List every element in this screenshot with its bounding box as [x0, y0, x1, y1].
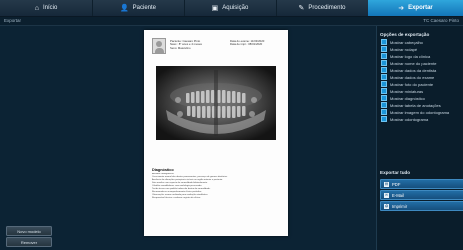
tab-paciente[interactable]: 👤 Paciente [92, 0, 185, 16]
option-show-annotations-table[interactable]: Mostrar tabela de anotações [381, 102, 441, 108]
option-label: Mostrar foto do paciente [390, 81, 434, 87]
new-template-button[interactable]: Novo modelo [6, 226, 52, 236]
option-label: Mostrar rodapé [390, 46, 418, 52]
panoramic-xray-image [156, 66, 276, 140]
home-icon: ⌂ [34, 4, 39, 12]
option-show-patient-photo[interactable]: Mostrar foto do paciente [381, 81, 433, 87]
patient-photo [152, 38, 166, 54]
tab-inicio[interactable]: ⌂ Início [0, 0, 93, 16]
patient-name-header: TC Caesaro Pinto [423, 18, 459, 23]
remove-button[interactable]: Remover [6, 237, 52, 247]
option-label: Mostrar dados do exame [390, 74, 435, 80]
tab-label: Aquisição [222, 5, 249, 11]
patient-sex: Sexo: Masculino [170, 45, 191, 50]
person-icon: 👤 [119, 4, 129, 12]
option-show-footer[interactable]: Mostrar rodapé [381, 46, 417, 52]
checkbox[interactable] [381, 53, 387, 59]
button-label: E-Mail [392, 192, 404, 198]
export-email-button[interactable]: ✉ E-Mail [380, 190, 463, 200]
button-label: PDF [392, 181, 401, 187]
checkbox[interactable] [381, 116, 387, 122]
checkbox[interactable] [381, 39, 387, 45]
edit-icon: ✎ [298, 4, 305, 12]
patient-info: Paciente: Caesaro Pinto Nasc.: 8° anos e… [170, 39, 202, 50]
checkbox[interactable] [381, 95, 387, 101]
acquisition-icon: ▣ [211, 4, 219, 12]
export-options-title: Opções de exportação [380, 32, 430, 37]
pdf-icon: ▤ [384, 181, 389, 187]
checkbox[interactable] [381, 102, 387, 108]
checkbox[interactable] [381, 60, 387, 66]
option-show-exam-data[interactable]: Mostrar dados do exame [381, 74, 434, 80]
option-label: Mostrar logo da clínica [390, 53, 431, 59]
report-text: Achados radiográficos: Crescimento norma… [152, 173, 280, 200]
top-navigation: ⌂ Início 👤 Paciente ▣ Aquisição ✎ Proced… [0, 0, 463, 17]
option-label: Mostrar imagem do odontograma [390, 109, 450, 115]
report-preview-page[interactable]: Paciente: Caesaro Pinto Nasc.: 8° anos e… [144, 30, 288, 236]
tab-procedimento[interactable]: ✎ Procedimento [276, 0, 369, 16]
option-label: Mostrar tabela de anotações [390, 102, 441, 108]
subheader: Exportar TC Caesaro Pinto [0, 17, 463, 26]
option-show-odontogram[interactable]: Mostrar odontograma [381, 116, 428, 122]
option-show-dentist-data[interactable]: Mostrar dados da dentista [381, 67, 436, 73]
checkbox[interactable] [381, 67, 387, 73]
checkbox[interactable] [381, 46, 387, 52]
tab-label: Início [42, 5, 58, 11]
option-label: Mostrar odontograma [390, 116, 429, 122]
tab-label: Exportar [408, 5, 433, 11]
option-show-thumbnails[interactable]: Mostrar miniaturas [381, 88, 423, 94]
report-title: Diagnóstico [152, 168, 174, 172]
option-label: Mostrar miniaturas [390, 88, 424, 94]
export-pdf-button[interactable]: ▤ PDF [380, 179, 463, 189]
tab-aquisicao[interactable]: ▣ Aquisição [184, 0, 277, 16]
option-show-odontogram-image[interactable]: Mostrar imagem do odontograma [381, 109, 449, 115]
option-label: Mostrar diagnóstico [390, 95, 425, 101]
button-label: Imprimir [392, 203, 408, 209]
option-label: Mostrar cabeçalho [390, 39, 423, 45]
email-icon: ✉ [384, 192, 389, 198]
checkbox[interactable] [381, 81, 387, 87]
page-title: Exportar [4, 18, 22, 23]
option-show-clinic-logo[interactable]: Mostrar logo da clínica [381, 53, 430, 59]
tab-label: Procedimento [308, 5, 346, 11]
tab-exportar[interactable]: ➜ Exportar [368, 0, 463, 16]
export-print-button[interactable]: ⎙ Imprimir [380, 201, 463, 211]
exam-dates: Data do exame: 11/03/2020 Data de impr.:… [230, 39, 264, 47]
checkbox[interactable] [381, 88, 387, 94]
option-label: Mostrar dados da dentista [390, 67, 437, 73]
option-show-patient-name[interactable]: Mostrar nome do paciente [381, 60, 436, 66]
option-show-diagnosis[interactable]: Mostrar diagnóstico [381, 95, 425, 101]
export-all-title: Exportar tudo [380, 170, 411, 175]
export-arrow-icon: ➜ [398, 4, 405, 12]
checkbox[interactable] [381, 74, 387, 80]
option-show-header[interactable]: Mostrar cabeçalho [381, 39, 423, 45]
export-options-panel: Opções de exportação Mostrar cabeçalho M… [376, 26, 463, 250]
report-line: Responsável técnico: conforme registro d… [152, 197, 201, 199]
option-label: Mostrar nome do paciente [390, 60, 437, 66]
print-date: Data de impr.: 08/01/2020 [230, 42, 263, 47]
tab-label: Paciente [132, 5, 157, 11]
checkbox[interactable] [381, 109, 387, 115]
print-icon: ⎙ [384, 203, 389, 209]
